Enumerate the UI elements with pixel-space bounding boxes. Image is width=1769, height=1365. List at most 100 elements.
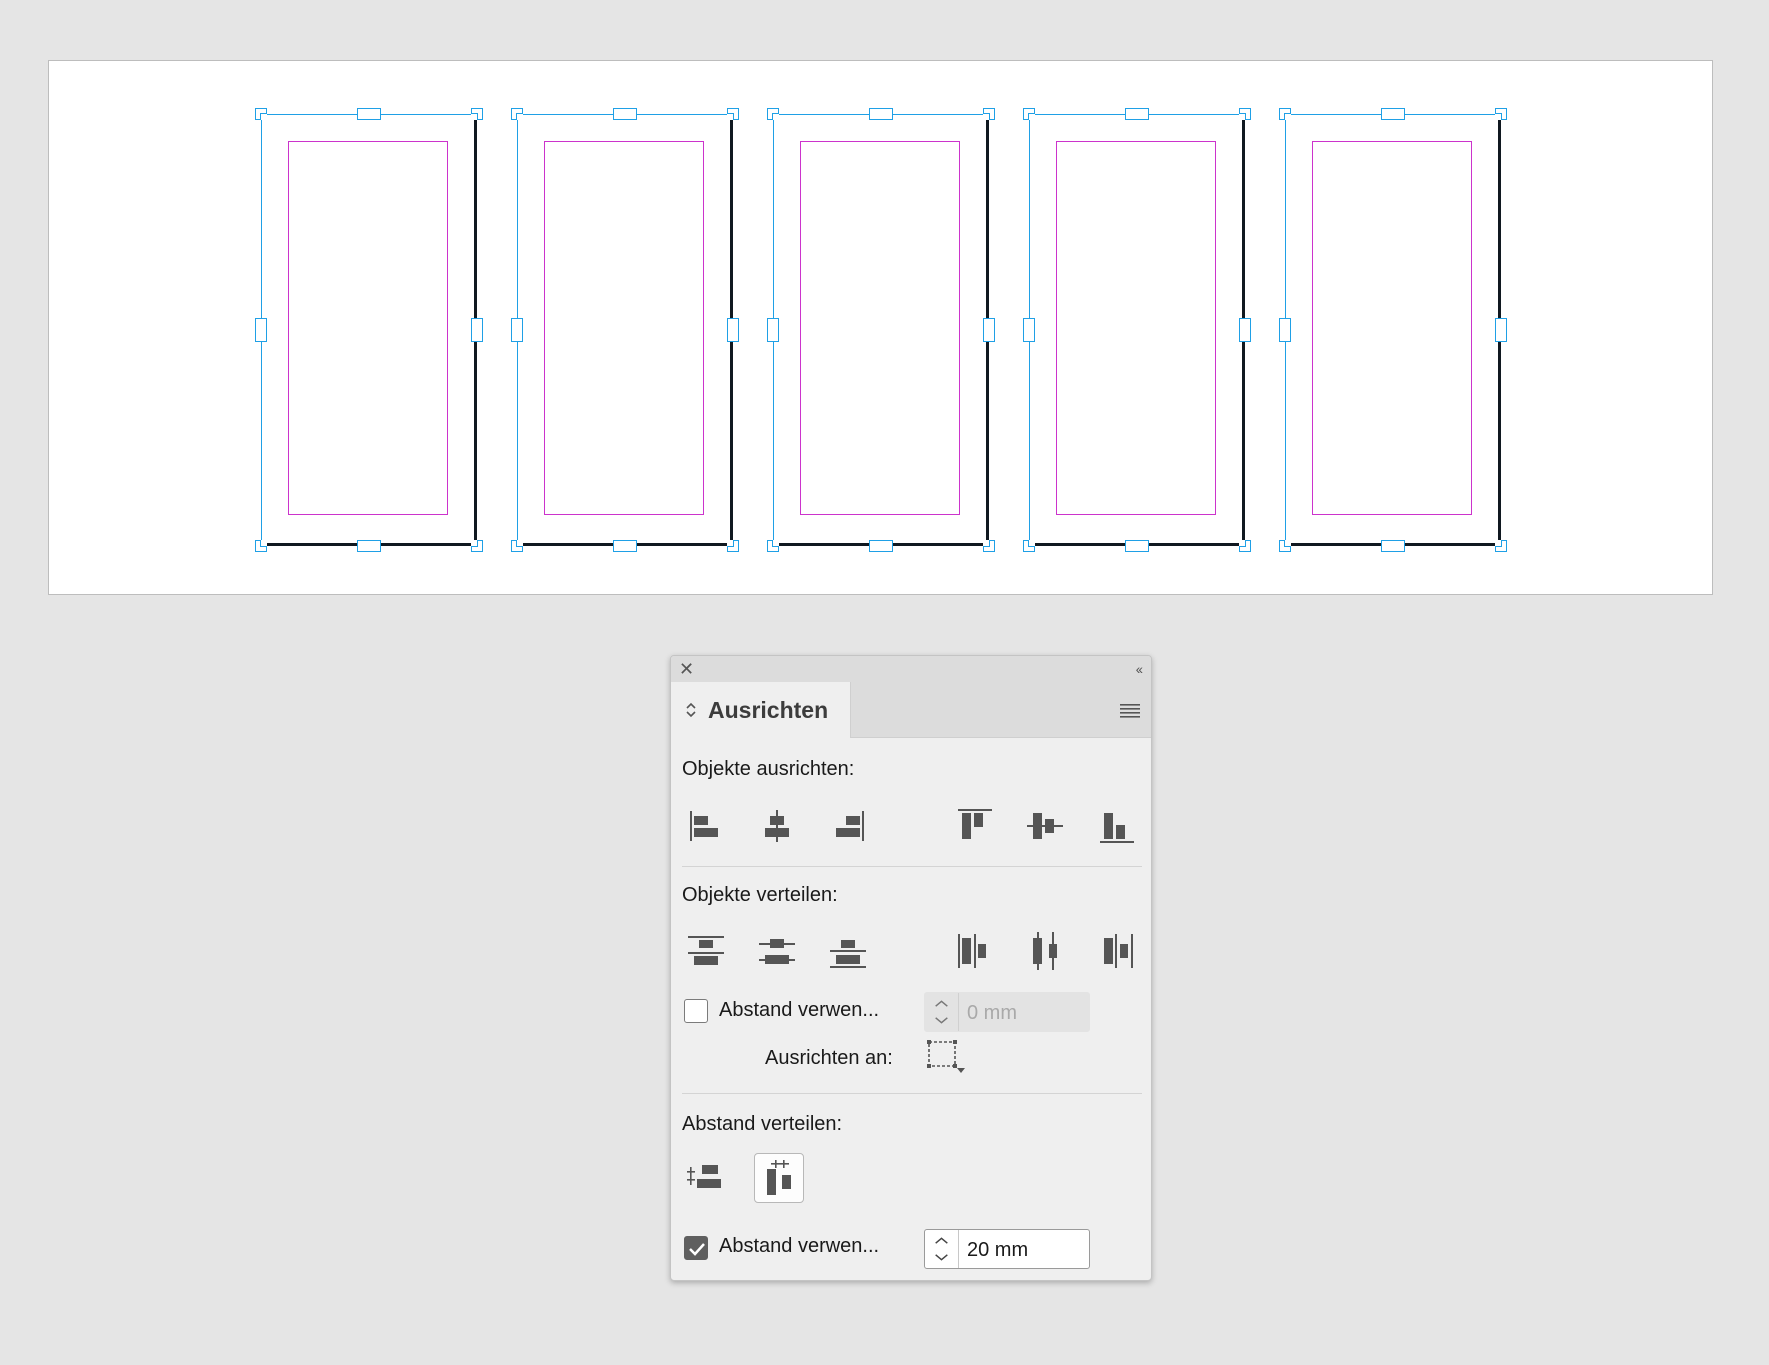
selection-handle-br[interactable] — [983, 540, 995, 552]
selection-handle-bm[interactable] — [869, 540, 893, 552]
selection-handle-lm[interactable] — [511, 318, 523, 342]
document-page[interactable] — [1279, 108, 1507, 552]
align-vertical-centers-button[interactable] — [1021, 801, 1069, 849]
selection-handle-tr[interactable] — [1495, 108, 1507, 120]
selection-handle-tr[interactable] — [983, 108, 995, 120]
distribute-vertical-space-button[interactable] — [682, 1153, 732, 1203]
selection-handle-br[interactable] — [727, 540, 739, 552]
checkmark-icon — [689, 1243, 705, 1256]
align-to-dropdown[interactable] — [923, 1036, 971, 1076]
distribute-left-edges-icon — [958, 934, 986, 968]
document-page[interactable] — [1023, 108, 1251, 552]
align-to-label: Ausrichten an: — [765, 1047, 893, 1069]
spacing-stepper-space[interactable]: 20 mm — [924, 1229, 1090, 1269]
selection-handle-bm[interactable] — [1125, 540, 1149, 552]
selection-handle-br[interactable] — [471, 540, 483, 552]
selection-handle-bl[interactable] — [1023, 540, 1035, 552]
align-horizontal-centers-icon — [765, 810, 789, 842]
margin-guide — [1056, 141, 1216, 515]
align-panel: ✕ ‹‹ Ausrichten Objekte ausrichten: Obje… — [670, 655, 1152, 1281]
distribute-spacing-label: Abstand verteilen: — [682, 1113, 843, 1135]
distribute-top-edges-icon — [688, 936, 724, 965]
margin-guide — [544, 141, 704, 515]
panel-title: Ausrichten — [708, 697, 829, 723]
selection-handle-tr[interactable] — [1239, 108, 1251, 120]
selection-handle-rm[interactable] — [727, 318, 739, 342]
align-objects-label: Objekte ausrichten: — [682, 758, 855, 780]
align-horizontal-centers-button[interactable] — [753, 801, 801, 849]
distribute-right-edges-icon — [1104, 934, 1133, 968]
distribute-horizontal-centers-button[interactable] — [1021, 926, 1069, 974]
selection-handle-rm[interactable] — [471, 318, 483, 342]
distribute-vertical-centers-button[interactable] — [753, 926, 801, 974]
selection-handle-bl[interactable] — [767, 540, 779, 552]
selection-handle-tl[interactable] — [511, 108, 523, 120]
document-page[interactable] — [511, 108, 739, 552]
document-page[interactable] — [255, 108, 483, 552]
selection-handle-lm[interactable] — [1279, 318, 1291, 342]
selection-handle-tm[interactable] — [613, 108, 637, 120]
spacing-value-space[interactable]: 20 mm — [967, 1239, 1077, 1262]
distribute-objects-label: Objekte verteilen: — [682, 884, 838, 906]
panel-menu-icon[interactable] — [1119, 701, 1141, 719]
margin-guide — [800, 141, 960, 515]
selection-handle-br[interactable] — [1239, 540, 1251, 552]
spacing-value-distribute: 0 mm — [967, 1002, 1017, 1024]
distribute-left-edges-button[interactable] — [950, 926, 998, 974]
distribute-bottom-edges-icon — [830, 940, 866, 968]
collapse-double-chevron-icon[interactable]: ‹‹ — [1136, 658, 1143, 680]
selection-handle-bl[interactable] — [1279, 540, 1291, 552]
selection-handle-bm[interactable] — [613, 540, 637, 552]
section-divider — [682, 866, 1142, 867]
distribute-bottom-edges-button[interactable] — [824, 926, 872, 974]
tab-switcher-icon[interactable] — [685, 701, 697, 719]
selection-handle-bm[interactable] — [1381, 540, 1405, 552]
distribute-top-edges-button[interactable] — [682, 926, 730, 974]
tab-ausrichten[interactable]: Ausrichten — [671, 682, 851, 738]
document-page[interactable] — [767, 108, 995, 552]
margin-guide — [288, 141, 448, 515]
close-icon[interactable]: ✕ — [679, 658, 694, 680]
align-bottom-edges-button[interactable] — [1092, 801, 1140, 849]
align-vertical-centers-icon — [1027, 813, 1063, 839]
align-top-edges-icon — [958, 809, 992, 839]
selection-handle-bm[interactable] — [357, 540, 381, 552]
selection-handle-rm[interactable] — [1239, 318, 1251, 342]
panel-titlebar[interactable]: ✕ ‹‹ — [671, 656, 1151, 683]
selection-handle-lm[interactable] — [255, 318, 267, 342]
distribute-right-edges-button[interactable] — [1092, 926, 1140, 974]
selection-handle-tl[interactable] — [1279, 108, 1291, 120]
stepper-arrows-icon[interactable] — [925, 993, 959, 1031]
use-spacing-checkbox-distribute[interactable] — [684, 999, 708, 1023]
selection-handle-tl[interactable] — [255, 108, 267, 120]
selection-handle-lm[interactable] — [1023, 318, 1035, 342]
selection-handle-tr[interactable] — [727, 108, 739, 120]
distribute-vertical-space-icon — [687, 1165, 721, 1188]
align-bottom-edges-icon — [1100, 813, 1134, 843]
document-canvas[interactable] — [48, 60, 1713, 595]
selection-handle-tr[interactable] — [471, 108, 483, 120]
align-right-edges-button[interactable] — [824, 801, 872, 849]
align-right-edges-icon — [836, 811, 864, 841]
align-left-edges-icon — [690, 811, 718, 841]
distribute-horizontal-space-button[interactable] — [754, 1153, 804, 1203]
selection-handle-bl[interactable] — [255, 540, 267, 552]
spacing-stepper-distribute[interactable]: 0 mm — [924, 992, 1090, 1032]
selection-handle-tm[interactable] — [869, 108, 893, 120]
selection-handle-tl[interactable] — [1023, 108, 1035, 120]
use-spacing-checkbox-space[interactable] — [684, 1236, 708, 1260]
use-spacing-label-space: Abstand verwen... — [719, 1235, 880, 1257]
align-top-edges-button[interactable] — [950, 801, 998, 849]
panel-tab-row: Ausrichten — [671, 682, 1151, 738]
selection-handle-br[interactable] — [1495, 540, 1507, 552]
selection-handle-rm[interactable] — [983, 318, 995, 342]
stepper-arrows-icon[interactable] — [925, 1230, 959, 1268]
selection-handle-tm[interactable] — [357, 108, 381, 120]
selection-handle-lm[interactable] — [767, 318, 779, 342]
selection-handle-tl[interactable] — [767, 108, 779, 120]
selection-handle-tm[interactable] — [1381, 108, 1405, 120]
selection-handle-rm[interactable] — [1495, 318, 1507, 342]
selection-handle-tm[interactable] — [1125, 108, 1149, 120]
selection-handle-bl[interactable] — [511, 540, 523, 552]
align-left-edges-button[interactable] — [682, 801, 730, 849]
